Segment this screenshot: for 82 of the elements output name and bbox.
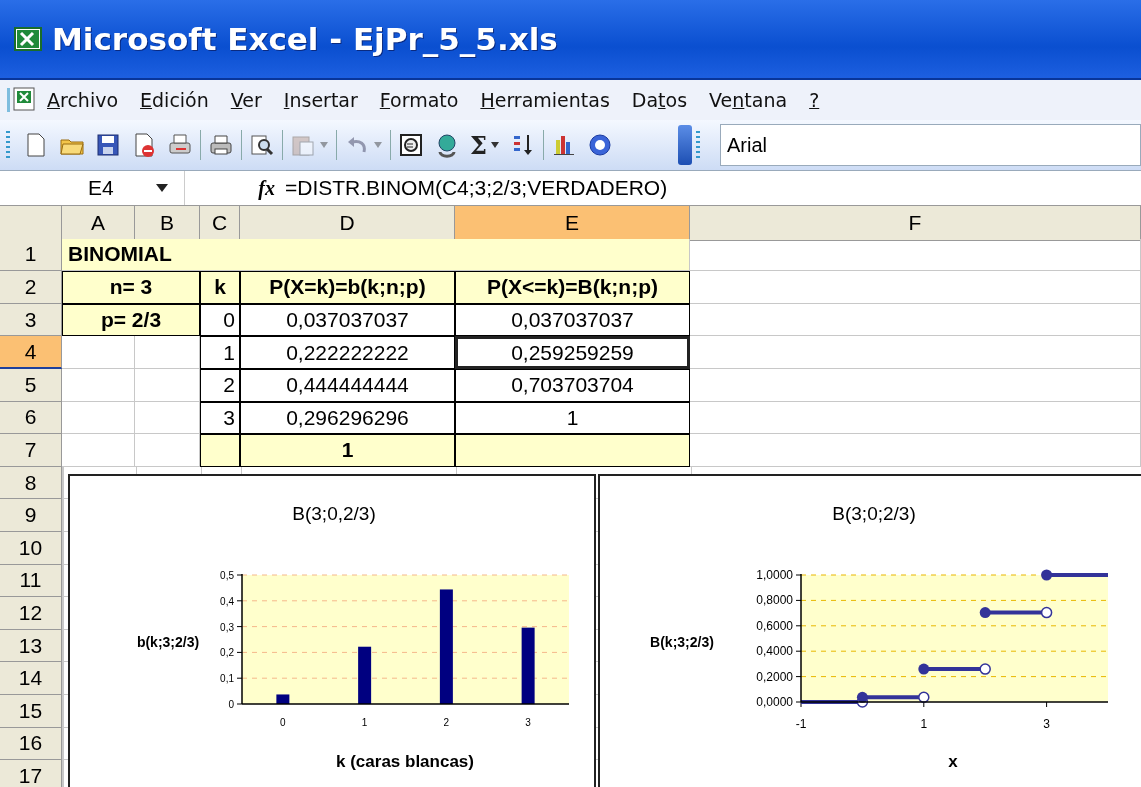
- table-cell: 3: [200, 401, 240, 435]
- tick-label: 0,5: [220, 570, 234, 581]
- tick-label: 0,8000: [756, 593, 793, 608]
- axis-title: x: [948, 752, 958, 771]
- row-header[interactable]: 6: [0, 401, 62, 435]
- column-header[interactable]: F: [690, 206, 1141, 241]
- column-header[interactable]: B: [135, 206, 200, 241]
- tick-label: 3: [1043, 717, 1050, 731]
- tick-label: 0,2: [220, 647, 234, 659]
- table-cell: 0,222222222: [240, 336, 455, 369]
- column-header[interactable]: D: [240, 206, 455, 241]
- menu-item[interactable]: Ventana: [698, 89, 799, 111]
- row-header[interactable]: 15: [0, 694, 62, 728]
- column-header[interactable]: E: [455, 206, 690, 241]
- font-name-field[interactable]: Arial: [719, 124, 1141, 166]
- row-header[interactable]: 16: [0, 727, 62, 761]
- row-header[interactable]: 5: [0, 368, 62, 402]
- table-cell: BINOMIAL: [62, 238, 690, 272]
- table-cell: 0,444444444: [240, 368, 455, 402]
- row-header[interactable]: 10: [0, 531, 62, 565]
- axis-title: b(k;3;2/3): [136, 634, 200, 650]
- tick-label: 1: [361, 717, 368, 728]
- table-cell: 0,259259259: [455, 336, 690, 369]
- row-header[interactable]: 9: [0, 499, 62, 532]
- tick-label: 1: [920, 717, 928, 731]
- tick-label: 1,0000: [756, 568, 793, 582]
- menu-item[interactable]: ?: [798, 89, 831, 111]
- menu-item[interactable]: Archivo: [36, 89, 130, 111]
- table-cell: n= 3: [62, 271, 200, 304]
- table-cell: 0,296296296: [240, 401, 455, 435]
- axis-title: B(k;3;2/3): [650, 634, 714, 650]
- table-cell: P(X=k)=b(k;n;p): [240, 271, 455, 304]
- menu-item[interactable]: Ver: [219, 89, 273, 111]
- table-cell: 0,037037037: [240, 303, 455, 337]
- tick-label: 0: [228, 699, 234, 710]
- formula-field[interactable]: =DISTR.BINOM(C4;3;2/3;VERDADERO): [285, 176, 668, 200]
- row-header[interactable]: 14: [0, 662, 62, 695]
- tick-label: 0,0000: [756, 695, 793, 709]
- insert-function-button[interactable]: fx: [185, 176, 285, 200]
- tick-label: 0,6000: [756, 618, 793, 633]
- window-title: Microsoft Excel - EjPr_5_5.xls: [52, 21, 558, 57]
- table-cell: k: [200, 271, 240, 304]
- table-cell: p= 2/3: [62, 303, 200, 337]
- table-cell: 0: [200, 303, 240, 337]
- column-header[interactable]: C: [200, 206, 240, 241]
- menu-item[interactable]: Insertar: [272, 89, 369, 111]
- row-header[interactable]: 7: [0, 434, 62, 467]
- row-header[interactable]: 4: [0, 336, 62, 369]
- chart-title: B(3;0;2/3): [832, 503, 916, 524]
- table-cell: P(X<=k)=B(k;n;p): [455, 271, 690, 304]
- axis-title: k (caras blancas): [336, 752, 474, 771]
- chart-title: B(3;0,2/3): [292, 503, 376, 524]
- row-header[interactable]: 8: [0, 466, 62, 500]
- row-header[interactable]: 3: [0, 303, 62, 337]
- tick-label: 3: [525, 717, 531, 728]
- tick-label: 2: [443, 717, 450, 728]
- menu-item[interactable]: Edición: [129, 89, 220, 111]
- tick-label: 0,4000: [756, 644, 793, 659]
- table-cell: 1: [240, 434, 455, 467]
- table-cell: 1: [455, 401, 690, 435]
- row-header[interactable]: 1: [0, 238, 62, 272]
- row-header[interactable]: 12: [0, 597, 62, 630]
- column-header[interactable]: A: [62, 206, 135, 241]
- tick-label: 0,3: [220, 621, 234, 633]
- menu-item[interactable]: Herramientas: [469, 89, 621, 111]
- table-cell: 0,703703704: [455, 368, 690, 402]
- row-header[interactable]: 2: [0, 271, 62, 304]
- table-cell: 0,037037037: [455, 303, 690, 337]
- sum-button[interactable]: Σ: [470, 130, 487, 160]
- table-cell: 2: [200, 368, 240, 402]
- table-cell: 1: [200, 336, 240, 369]
- tick-label: 0,4: [220, 595, 234, 607]
- row-header[interactable]: 13: [0, 629, 62, 663]
- menu-item[interactable]: Datos: [620, 89, 699, 111]
- row-header[interactable]: 17: [0, 760, 62, 787]
- menu-item[interactable]: Formato: [368, 89, 470, 111]
- name-box[interactable]: E4: [0, 171, 185, 205]
- tick-label: 0,2000: [756, 669, 793, 684]
- row-header[interactable]: 11: [0, 564, 62, 598]
- tick-label: 0: [280, 717, 286, 728]
- tick-label: -1: [795, 717, 807, 731]
- tick-label: 0,1: [220, 673, 234, 685]
